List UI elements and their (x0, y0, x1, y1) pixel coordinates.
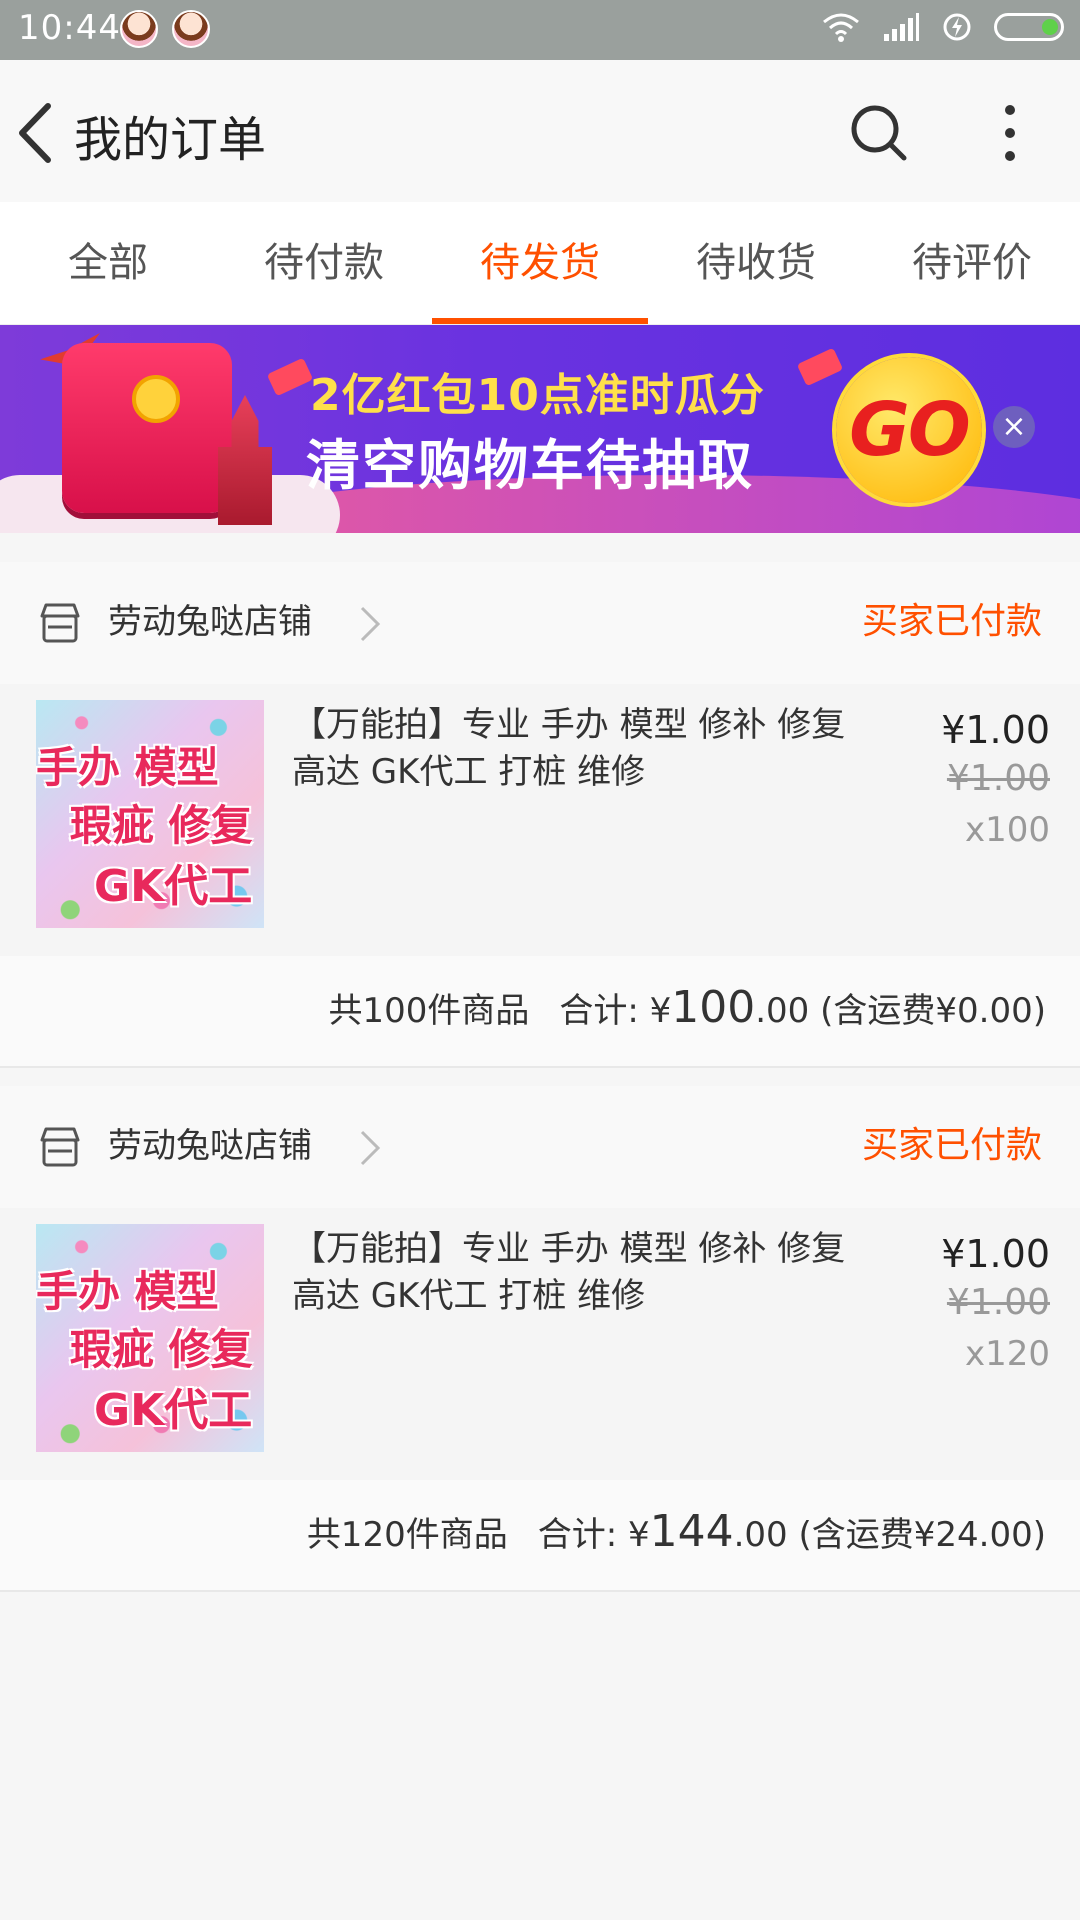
coin-icon (132, 375, 180, 423)
thumbnail-text: GK代工 (94, 861, 253, 912)
order-tabs: 全部 待付款 待发货 待收货 待评价 (0, 202, 1080, 325)
tab-pending-shipment[interactable]: 待发货 (432, 202, 648, 324)
red-envelope-icon (62, 343, 232, 513)
thumbnail-text: 手办 模型 (36, 743, 219, 792)
shop-name[interactable]: 劳动兔哒店铺 (108, 596, 312, 648)
page-title: 我的订单 (74, 112, 267, 168)
go-label: GO (849, 387, 971, 473)
order-summary: 共120件商品 合计: ¥144.00 (含运费¥24.00) (0, 1480, 1080, 1592)
order-item[interactable]: 手办 模型 瑕疵 修复 GK代工 【万能拍】专业 手办 模型 修补 修复 高达 … (0, 1208, 1080, 1480)
more-vertical-icon[interactable] (990, 98, 1030, 168)
shop-icon (40, 603, 80, 643)
order-status: 买家已付款 (861, 1125, 1042, 1166)
back-arrow-icon[interactable] (8, 98, 64, 168)
total-label: 合计: ¥ (559, 991, 672, 1031)
total-label: 合计: ¥ (537, 1515, 650, 1555)
shipping-fee: (含运费¥24.00) (798, 1515, 1047, 1555)
order-card[interactable]: 劳动兔哒店铺 买家已付款 手办 模型 瑕疵 修复 GK代工 【万能拍】专业 手办… (0, 562, 1080, 1068)
status-bar: 10:44 (0, 0, 1080, 60)
tab-pending-receipt[interactable]: 待收货 (648, 202, 864, 324)
product-thumbnail[interactable]: 手办 模型 瑕疵 修复 GK代工 (36, 700, 264, 928)
status-time: 10:44 (18, 8, 121, 48)
shipping-fee: (含运费¥0.00) (820, 991, 1046, 1031)
item-original-price: ¥1.00 (946, 758, 1050, 799)
status-icons (822, 12, 1064, 42)
product-thumbnail[interactable]: 手办 模型 瑕疵 修复 GK代工 (36, 1224, 264, 1452)
order-item[interactable]: 手办 模型 瑕疵 修复 GK代工 【万能拍】专业 手办 模型 修补 修复 高达 … (0, 684, 1080, 956)
tab-all[interactable]: 全部 (0, 202, 216, 324)
notification-avatar-icon (172, 10, 210, 48)
shop-name[interactable]: 劳动兔哒店铺 (108, 1120, 312, 1172)
order-summary: 共100件商品 合计: ¥100.00 (含运费¥0.00) (0, 956, 1080, 1068)
tab-pending-payment[interactable]: 待付款 (216, 202, 432, 324)
total-decimal: .00 (733, 1515, 788, 1555)
chevron-right-icon (360, 1130, 381, 1166)
item-quantity: x120 (964, 1334, 1050, 1374)
total-decimal: .00 (755, 991, 810, 1031)
item-count: 共120件商品 (306, 1515, 508, 1555)
thumbnail-text: GK代工 (94, 1385, 253, 1436)
tab-pending-review[interactable]: 待评价 (864, 202, 1080, 324)
item-price: ¥1.00 (941, 1232, 1050, 1276)
banner-subheadline: 清空购物车待抽取 (306, 434, 754, 497)
thumbnail-text: 瑕疵 修复 (70, 1325, 253, 1374)
shop-icon (40, 1127, 80, 1167)
chevron-right-icon (360, 606, 381, 642)
ticket-icon (266, 357, 314, 397)
product-title[interactable]: 【万能拍】专业 手办 模型 修补 修复 高达 GK代工 打桩 维修 (292, 702, 860, 796)
item-count: 共100件商品 (328, 991, 530, 1031)
close-banner-button[interactable]: × (993, 406, 1035, 448)
product-title[interactable]: 【万能拍】专业 手办 模型 修补 修复 高达 GK代工 打桩 维修 (292, 1226, 860, 1320)
signal-icon (884, 13, 919, 41)
total-integer: 144 (649, 1506, 734, 1557)
shop-row[interactable]: 劳动兔哒店铺 买家已付款 (0, 562, 1080, 684)
shop-row[interactable]: 劳动兔哒店铺 买家已付款 (0, 1086, 1080, 1208)
banner-headline: 2亿红包10点准时瓜分 (310, 370, 765, 421)
item-quantity: x100 (964, 810, 1050, 850)
go-button[interactable]: GO (836, 357, 982, 503)
total-integer: 100 (671, 982, 756, 1033)
wifi-icon (823, 13, 859, 42)
thumbnail-text: 手办 模型 (36, 1267, 219, 1316)
notification-avatar-icon (120, 10, 158, 48)
search-icon[interactable] (848, 102, 910, 164)
order-card[interactable]: 劳动兔哒店铺 买家已付款 手办 模型 瑕疵 修复 GK代工 【万能拍】专业 手办… (0, 1086, 1080, 1592)
thumbnail-text: 瑕疵 修复 (70, 801, 253, 850)
item-original-price: ¥1.00 (946, 1282, 1050, 1323)
battery-icon (994, 13, 1064, 41)
app-header: 我的订单 (0, 60, 1080, 202)
item-price: ¥1.00 (941, 708, 1050, 752)
notification-avatars (120, 10, 210, 48)
charging-icon (943, 13, 971, 41)
order-status: 买家已付款 (861, 601, 1042, 642)
promo-banner[interactable]: 2亿红包10点准时瓜分 清空购物车待抽取 GO × (0, 325, 1080, 533)
